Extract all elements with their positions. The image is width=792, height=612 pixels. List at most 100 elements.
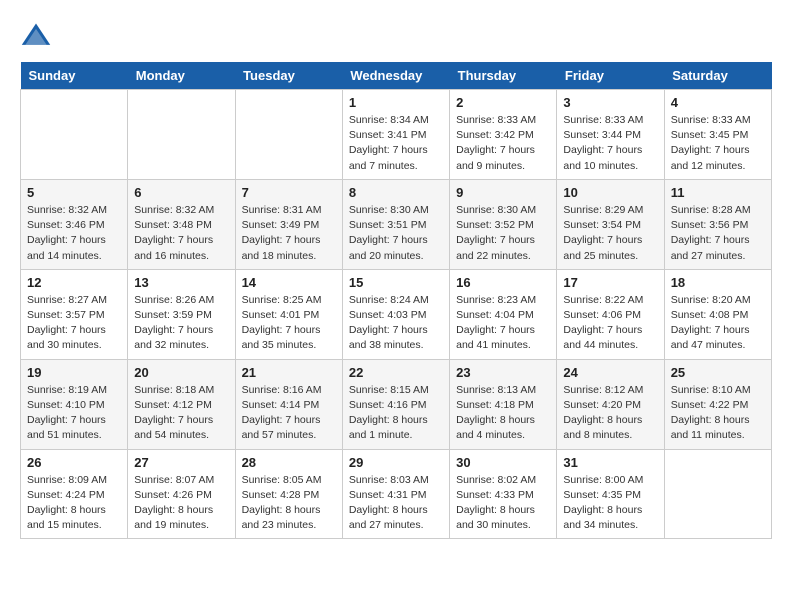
day-number: 8	[349, 185, 443, 200]
day-cell	[664, 449, 771, 539]
day-info: Sunrise: 8:27 AM Sunset: 3:57 PM Dayligh…	[27, 293, 121, 354]
day-info: Sunrise: 8:05 AM Sunset: 4:28 PM Dayligh…	[242, 473, 336, 534]
day-number: 19	[27, 365, 121, 380]
day-info: Sunrise: 8:25 AM Sunset: 4:01 PM Dayligh…	[242, 293, 336, 354]
day-cell: 24 Sunrise: 8:12 AM Sunset: 4:20 PM Dayli…	[557, 359, 664, 449]
day-number: 12	[27, 275, 121, 290]
day-info: Sunrise: 8:15 AM Sunset: 4:16 PM Dayligh…	[349, 383, 443, 444]
day-cell: 9 Sunrise: 8:30 AM Sunset: 3:52 PM Daylig…	[450, 179, 557, 269]
weekday-header-monday: Monday	[128, 62, 235, 90]
day-cell: 19 Sunrise: 8:19 AM Sunset: 4:10 PM Dayli…	[21, 359, 128, 449]
day-cell: 30 Sunrise: 8:02 AM Sunset: 4:33 PM Dayli…	[450, 449, 557, 539]
day-cell: 12 Sunrise: 8:27 AM Sunset: 3:57 PM Dayli…	[21, 269, 128, 359]
page-header	[20, 20, 772, 52]
day-cell: 14 Sunrise: 8:25 AM Sunset: 4:01 PM Dayli…	[235, 269, 342, 359]
day-info: Sunrise: 8:02 AM Sunset: 4:33 PM Dayligh…	[456, 473, 550, 534]
weekday-header-tuesday: Tuesday	[235, 62, 342, 90]
day-number: 27	[134, 455, 228, 470]
weekday-header-saturday: Saturday	[664, 62, 771, 90]
day-info: Sunrise: 8:03 AM Sunset: 4:31 PM Dayligh…	[349, 473, 443, 534]
logo	[20, 20, 56, 52]
day-number: 25	[671, 365, 765, 380]
day-cell: 28 Sunrise: 8:05 AM Sunset: 4:28 PM Dayli…	[235, 449, 342, 539]
day-number: 1	[349, 95, 443, 110]
week-row-5: 26Sunrise: 8:09 AM Sunset: 4:24 PM Dayli…	[21, 449, 772, 539]
day-cell: 8 Sunrise: 8:30 AM Sunset: 3:51 PM Daylig…	[342, 179, 449, 269]
week-row-4: 19 Sunrise: 8:19 AM Sunset: 4:10 PM Dayli…	[21, 359, 772, 449]
day-number: 2	[456, 95, 550, 110]
day-info: Sunrise: 8:28 AM Sunset: 3:56 PM Dayligh…	[671, 203, 765, 264]
day-cell: 29 Sunrise: 8:03 AM Sunset: 4:31 PM Dayli…	[342, 449, 449, 539]
day-cell: 11 Sunrise: 8:28 AM Sunset: 3:56 PM Dayli…	[664, 179, 771, 269]
day-info: Sunrise: 8:29 AM Sunset: 3:54 PM Dayligh…	[563, 203, 657, 264]
logo-icon	[20, 20, 52, 52]
day-cell: 7 Sunrise: 8:31 AM Sunset: 3:49 PM Daylig…	[235, 179, 342, 269]
day-info: Sunrise: 8:10 AM Sunset: 4:22 PM Dayligh…	[671, 383, 765, 444]
week-row-1: 1 Sunrise: 8:34 AM Sunset: 3:41 PM Daylig…	[21, 90, 772, 180]
day-number: 22	[349, 365, 443, 380]
day-cell: 21 Sunrise: 8:16 AM Sunset: 4:14 PM Dayli…	[235, 359, 342, 449]
day-cell: 10 Sunrise: 8:29 AM Sunset: 3:54 PM Dayli…	[557, 179, 664, 269]
day-info: Sunrise: 8:18 AM Sunset: 4:12 PM Dayligh…	[134, 383, 228, 444]
day-cell	[21, 90, 128, 180]
day-number: 18	[671, 275, 765, 290]
day-cell	[128, 90, 235, 180]
day-number: 13	[134, 275, 228, 290]
weekday-header-wednesday: Wednesday	[342, 62, 449, 90]
day-number: 14	[242, 275, 336, 290]
day-cell: 22 Sunrise: 8:15 AM Sunset: 4:16 PM Dayli…	[342, 359, 449, 449]
day-info: Sunrise: 8:09 AM Sunset: 4:24 PM Dayligh…	[27, 473, 121, 534]
day-info: Sunrise: 8:07 AM Sunset: 4:26 PM Dayligh…	[134, 473, 228, 534]
day-cell: 31Sunrise: 8:00 AM Sunset: 4:35 PM Dayli…	[557, 449, 664, 539]
day-info: Sunrise: 8:26 AM Sunset: 3:59 PM Dayligh…	[134, 293, 228, 354]
day-cell: 6Sunrise: 8:32 AM Sunset: 3:48 PM Daylig…	[128, 179, 235, 269]
day-cell: 27 Sunrise: 8:07 AM Sunset: 4:26 PM Dayli…	[128, 449, 235, 539]
day-cell: 17Sunrise: 8:22 AM Sunset: 4:06 PM Dayli…	[557, 269, 664, 359]
day-info: Sunrise: 8:16 AM Sunset: 4:14 PM Dayligh…	[242, 383, 336, 444]
day-cell: 13 Sunrise: 8:26 AM Sunset: 3:59 PM Dayli…	[128, 269, 235, 359]
day-info: Sunrise: 8:12 AM Sunset: 4:20 PM Dayligh…	[563, 383, 657, 444]
day-cell: 20 Sunrise: 8:18 AM Sunset: 4:12 PM Dayli…	[128, 359, 235, 449]
day-info: Sunrise: 8:13 AM Sunset: 4:18 PM Dayligh…	[456, 383, 550, 444]
header-row: SundayMondayTuesdayWednesdayThursdayFrid…	[21, 62, 772, 90]
weekday-header-sunday: Sunday	[21, 62, 128, 90]
day-number: 30	[456, 455, 550, 470]
day-info: Sunrise: 8:24 AM Sunset: 4:03 PM Dayligh…	[349, 293, 443, 354]
day-cell: 2Sunrise: 8:33 AM Sunset: 3:42 PM Daylig…	[450, 90, 557, 180]
day-number: 24	[563, 365, 657, 380]
day-cell: 1 Sunrise: 8:34 AM Sunset: 3:41 PM Daylig…	[342, 90, 449, 180]
day-number: 4	[671, 95, 765, 110]
day-number: 5	[27, 185, 121, 200]
day-info: Sunrise: 8:32 AM Sunset: 3:48 PM Dayligh…	[134, 203, 228, 264]
day-number: 23	[456, 365, 550, 380]
day-number: 10	[563, 185, 657, 200]
day-number: 20	[134, 365, 228, 380]
day-number: 29	[349, 455, 443, 470]
weekday-header-friday: Friday	[557, 62, 664, 90]
day-cell: 26Sunrise: 8:09 AM Sunset: 4:24 PM Dayli…	[21, 449, 128, 539]
day-cell: 23 Sunrise: 8:13 AM Sunset: 4:18 PM Dayli…	[450, 359, 557, 449]
day-info: Sunrise: 8:20 AM Sunset: 4:08 PM Dayligh…	[671, 293, 765, 354]
day-number: 28	[242, 455, 336, 470]
day-info: Sunrise: 8:34 AM Sunset: 3:41 PM Dayligh…	[349, 113, 443, 174]
week-row-2: 5 Sunrise: 8:32 AM Sunset: 3:46 PM Daylig…	[21, 179, 772, 269]
day-info: Sunrise: 8:00 AM Sunset: 4:35 PM Dayligh…	[563, 473, 657, 534]
day-cell: 25 Sunrise: 8:10 AM Sunset: 4:22 PM Dayli…	[664, 359, 771, 449]
day-info: Sunrise: 8:30 AM Sunset: 3:51 PM Dayligh…	[349, 203, 443, 264]
day-cell: 15 Sunrise: 8:24 AM Sunset: 4:03 PM Dayli…	[342, 269, 449, 359]
day-number: 7	[242, 185, 336, 200]
day-info: Sunrise: 8:33 AM Sunset: 3:45 PM Dayligh…	[671, 113, 765, 174]
day-info: Sunrise: 8:31 AM Sunset: 3:49 PM Dayligh…	[242, 203, 336, 264]
day-number: 11	[671, 185, 765, 200]
day-info: Sunrise: 8:19 AM Sunset: 4:10 PM Dayligh…	[27, 383, 121, 444]
day-number: 9	[456, 185, 550, 200]
day-info: Sunrise: 8:23 AM Sunset: 4:04 PM Dayligh…	[456, 293, 550, 354]
day-number: 3	[563, 95, 657, 110]
calendar-table: SundayMondayTuesdayWednesdayThursdayFrid…	[20, 62, 772, 539]
day-cell: 5 Sunrise: 8:32 AM Sunset: 3:46 PM Daylig…	[21, 179, 128, 269]
day-number: 15	[349, 275, 443, 290]
day-info: Sunrise: 8:32 AM Sunset: 3:46 PM Dayligh…	[27, 203, 121, 264]
day-info: Sunrise: 8:30 AM Sunset: 3:52 PM Dayligh…	[456, 203, 550, 264]
day-number: 21	[242, 365, 336, 380]
day-info: Sunrise: 8:33 AM Sunset: 3:44 PM Dayligh…	[563, 113, 657, 174]
